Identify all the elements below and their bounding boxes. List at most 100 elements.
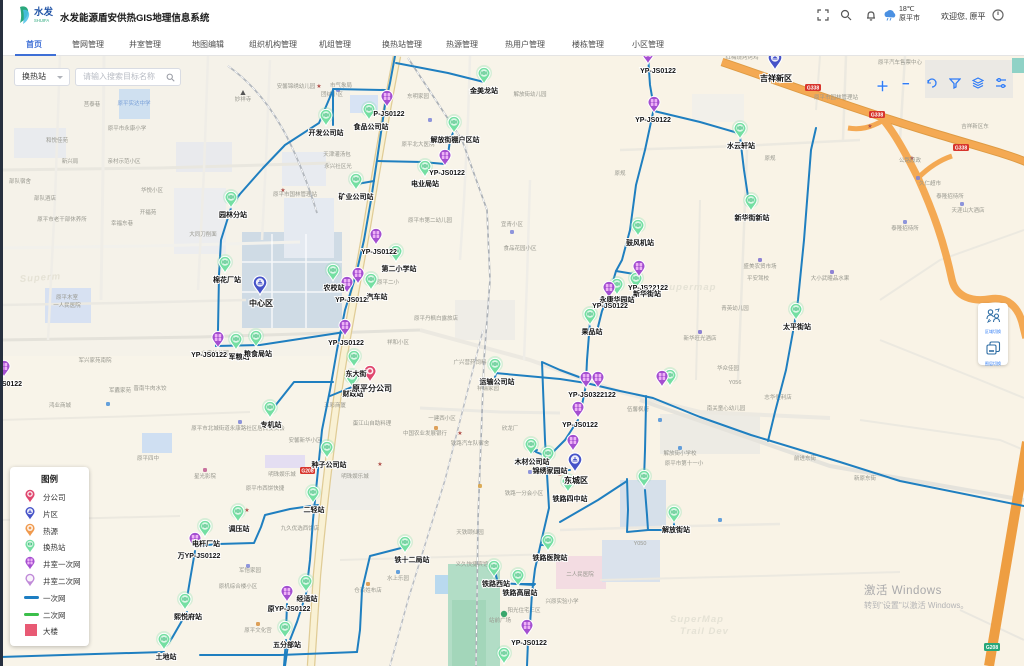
svg-text:妙祥寺: 妙祥寺 <box>235 95 252 103</box>
svg-text:原平分公司: 原平分公司 <box>352 383 392 393</box>
svg-text:平安驾校: 平安驾校 <box>747 274 770 282</box>
svg-text:华众佳园: 华众佳园 <box>717 364 740 372</box>
svg-text:原平市国林管理站: 原平市国林管理站 <box>273 190 318 198</box>
svg-text:原平市老干部休养所: 原平市老干部休养所 <box>37 215 87 223</box>
svg-text:JS0122: JS0122 <box>0 381 22 388</box>
svg-text:新华街站: 新华街站 <box>633 289 661 298</box>
svg-text:食品花园小区: 食品花园小区 <box>503 244 537 252</box>
svg-text:SuperMap: SuperMap <box>670 614 724 625</box>
svg-text:G338: G338 <box>807 86 819 92</box>
svg-text:SHUIFA: SHUIFA <box>34 18 49 23</box>
svg-text:部队宿舍: 部队宿舍 <box>9 177 32 185</box>
svg-text:解放街幼儿园: 解放街幼儿园 <box>513 90 547 98</box>
svg-text:幸福东巷: 幸福东巷 <box>111 219 134 227</box>
svg-text:久仁超市: 久仁超市 <box>919 179 942 187</box>
svg-text:汽车站: 汽车站 <box>367 292 388 301</box>
svg-text:YP-JS0122: YP-JS0122 <box>328 340 364 347</box>
svg-text:铁路汽车队宿舍: 铁路汽车队宿舍 <box>451 439 490 447</box>
svg-text:原平实达中学: 原平实达中学 <box>117 99 151 107</box>
svg-text:Y056: Y056 <box>729 380 742 386</box>
svg-text:大小武疃品水果: 大小武疃品水果 <box>811 274 850 282</box>
svg-text:电业局站: 电业局站 <box>411 179 439 188</box>
svg-text:运输公司站: 运输公司站 <box>480 377 515 386</box>
svg-text:原平市永康小学: 原平市永康小学 <box>108 124 147 132</box>
svg-text:天涯山大酒店: 天涯山大酒店 <box>951 206 985 214</box>
svg-text:G208: G208 <box>301 469 313 475</box>
svg-text:五分部站: 五分部站 <box>273 640 301 649</box>
svg-text:广兴营药饲料: 广兴营药饲料 <box>453 358 487 366</box>
svg-text:棉花厂站: 棉花厂站 <box>213 275 241 284</box>
svg-text:YP-JS012.: YP-JS012. <box>335 297 369 304</box>
svg-text:YP-JS0122: YP-JS0122 <box>429 170 465 177</box>
svg-text:吉祥新区: 吉祥新区 <box>760 73 792 83</box>
svg-text:新华街新站: 新华街新站 <box>735 213 770 222</box>
svg-text:中国农业发展银行: 中国农业发展银行 <box>403 429 448 437</box>
svg-text:解放街棚户区站: 解放街棚户区站 <box>431 135 480 144</box>
svg-text:一建西小区: 一建西小区 <box>428 414 456 422</box>
svg-text:专机站: 专机站 <box>261 420 282 429</box>
svg-text:★: ★ <box>316 83 321 90</box>
svg-text:原平市西饼快捷: 原平市西饼快捷 <box>246 484 285 492</box>
svg-text:泰隆招待所: 泰隆招待所 <box>891 224 919 232</box>
svg-text:原平木室: 原平木室 <box>56 293 79 301</box>
svg-text:原平文化宫: 原平文化宫 <box>244 626 272 634</box>
svg-text:P-JS0122: P-JS0122 <box>373 111 404 118</box>
svg-text:农校站: 农校站 <box>323 283 345 292</box>
svg-text:原平四中: 原平四中 <box>137 454 159 462</box>
svg-text:★: ★ <box>867 123 872 130</box>
svg-text:明珠娱乐城: 明珠娱乐城 <box>268 470 296 478</box>
svg-text:锦绣家园站: 锦绣家园站 <box>533 466 568 475</box>
svg-text:军蠹家苑: 军蠹家苑 <box>109 386 132 394</box>
svg-text:新原东街: 新原东街 <box>854 474 877 482</box>
svg-text:二人民医院: 二人民医院 <box>566 570 594 578</box>
svg-text:YP-JS0122: YP-JS0122 <box>361 249 397 256</box>
svg-text:G208: G208 <box>986 645 998 651</box>
svg-text:果品站: 果品站 <box>582 327 603 336</box>
svg-text:星光影院: 星光影院 <box>194 472 217 480</box>
svg-text:宜青小区: 宜青小区 <box>501 220 524 228</box>
svg-text:铁路高层站: 铁路高层站 <box>503 588 538 597</box>
svg-text:青英幼儿园: 青英幼儿园 <box>721 304 749 312</box>
svg-text:解放街小学校: 解放街小学校 <box>663 449 697 457</box>
svg-text:G338: G338 <box>871 113 883 119</box>
svg-text:铁十二局站: 铁十二局站 <box>395 555 430 564</box>
svg-text:吉祥新区东: 吉祥新区东 <box>961 122 989 130</box>
svg-text:蛋江山自助料理: 蛋江山自助料理 <box>353 419 392 427</box>
svg-text:仓百姓布店: 仓百姓布店 <box>354 586 382 594</box>
svg-text:Y050: Y050 <box>634 541 647 547</box>
svg-text:东城区: 东城区 <box>564 475 588 485</box>
svg-text:原规: 原规 <box>614 169 626 177</box>
svg-text:Supermap: Supermap <box>662 282 716 293</box>
svg-text:熙悦府站: 熙悦府站 <box>174 612 202 621</box>
svg-text:铁路一分会小区: 铁路一分会小区 <box>505 489 544 497</box>
svg-text:中心区: 中心区 <box>249 298 273 308</box>
svg-text:土地站: 土地站 <box>156 652 177 661</box>
svg-text:九久优选西饼店: 九久优选西饼店 <box>281 524 320 532</box>
svg-text:矿业公司站: 矿业公司站 <box>339 192 374 201</box>
svg-text:食品公司站: 食品公司站 <box>353 122 389 131</box>
svg-text:铁路四中站: 铁路四中站 <box>553 494 588 503</box>
svg-text:军兴家苑南院: 军兴家苑南院 <box>78 356 112 364</box>
svg-text:万YP-JS0122: 万YP-JS0122 <box>177 552 221 560</box>
svg-text:天铁颐仙园: 天铁颐仙园 <box>456 528 484 536</box>
svg-text:部队酒店: 部队酒店 <box>34 194 57 202</box>
svg-text:南关童心幼儿园: 南关童心幼儿园 <box>707 404 746 412</box>
svg-text:YP-JS0122: YP-JS0122 <box>592 303 628 310</box>
svg-text:祥和小区: 祥和小区 <box>387 338 410 346</box>
svg-text:天津灌汤包: 天津灌汤包 <box>323 150 351 158</box>
svg-text:原平市第十一小: 原平市第十一小 <box>665 459 704 467</box>
svg-text:军怡家园: 军怡家园 <box>239 566 262 574</box>
svg-text:YP-JS0122: YP-JS0122 <box>191 352 227 359</box>
svg-text:鸿业商城: 鸿业商城 <box>49 401 72 409</box>
svg-text:原平二小: 原平二小 <box>377 278 400 286</box>
svg-text:原规: 原规 <box>764 154 776 162</box>
svg-text:原平丹枫白露旅店: 原平丹枫白露旅店 <box>414 314 459 322</box>
svg-text:鼓风机站: 鼓风机站 <box>626 238 654 247</box>
svg-text:安馨新华小区: 安馨新华小区 <box>288 436 322 444</box>
svg-text:Trail Dev: Trail Dev <box>680 626 729 637</box>
svg-text:盛美农贸市场: 盛美农贸市场 <box>743 262 777 270</box>
svg-text:安馨锦绣幼儿园: 安馨锦绣幼儿园 <box>277 82 316 90</box>
svg-text:园林分站: 园林分站 <box>219 210 247 219</box>
svg-text:电杆厂站: 电杆厂站 <box>192 539 220 548</box>
svg-text:永兴社区光: 永兴社区光 <box>324 162 352 170</box>
